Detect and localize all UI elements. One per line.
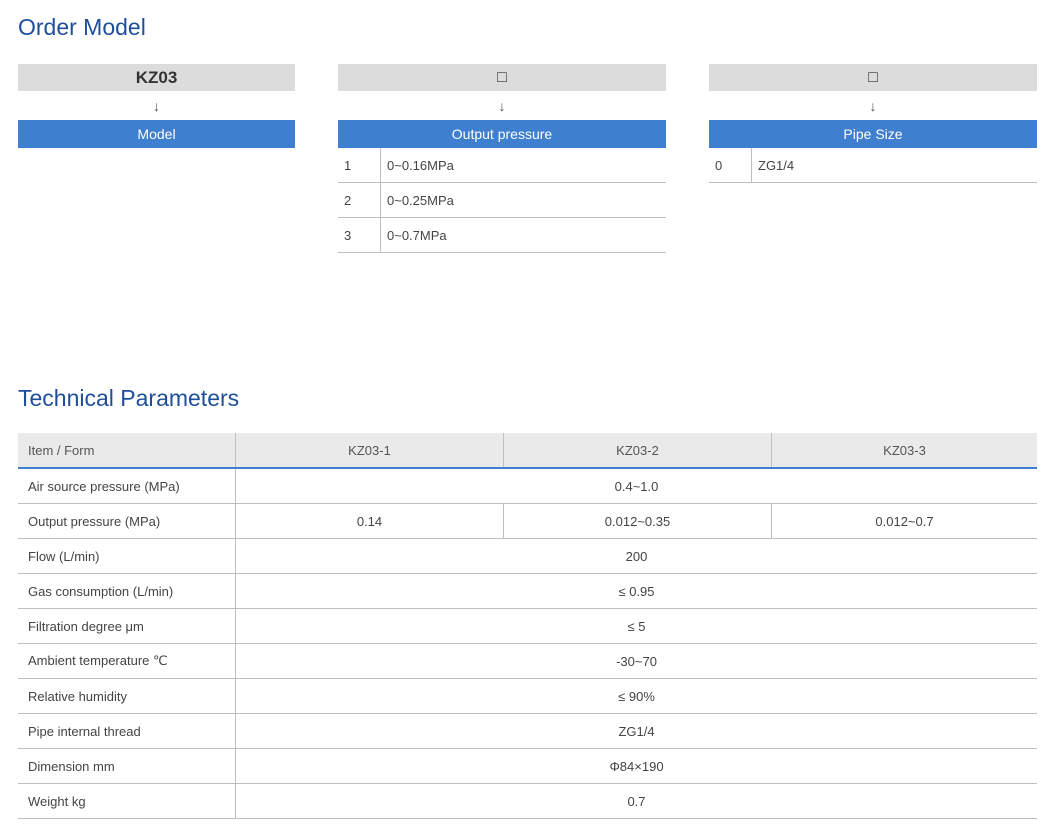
pipe-size-code: □ (709, 64, 1037, 91)
table-row: Gas consumption (L/min) ≤ 0.95 (18, 573, 1037, 609)
output-pressure-header: Output pressure (338, 120, 666, 148)
row-value: ZG1/4 (235, 713, 1037, 749)
row-value: ≤ 90% (235, 678, 1037, 714)
option-value: 0~0.7MPa (387, 227, 447, 243)
model-column: KZ03 ↓ Model (18, 64, 295, 148)
option-row: 2 0~0.25MPa (338, 183, 666, 218)
table-row: Ambient temperature ℃ -30~70 (18, 643, 1037, 679)
row-label: Air source pressure (MPa) (18, 468, 236, 504)
option-row: 0 ZG1/4 (709, 148, 1037, 183)
pipe-size-header: Pipe Size (709, 120, 1037, 148)
row-value: 200 (235, 538, 1037, 574)
down-arrow-icon: ↓ (869, 97, 877, 114)
option-number: 0 (709, 148, 752, 182)
down-arrow-icon: ↓ (498, 97, 506, 114)
header-kz03-2: KZ03-2 (503, 433, 772, 469)
row-label: Gas consumption (L/min) (18, 573, 236, 609)
row-label: Output pressure (MPa) (18, 503, 236, 539)
row-label: Relative humidity (18, 678, 236, 714)
output-pressure-code: □ (338, 64, 666, 91)
model-header: Model (18, 120, 295, 148)
model-code: KZ03 (18, 64, 295, 91)
table-row: Weight kg 0.7 (18, 783, 1037, 819)
option-number: 1 (338, 148, 381, 182)
row-value: ≤ 5 (235, 608, 1037, 644)
table-row: Air source pressure (MPa) 0.4~1.0 (18, 468, 1037, 504)
option-value: 0~0.16MPa (387, 157, 454, 173)
row-value: -30~70 (235, 643, 1037, 679)
row-value: 0.4~1.0 (235, 468, 1037, 504)
row-label: Pipe internal thread (18, 713, 236, 749)
row-value: ≤ 0.95 (235, 573, 1037, 609)
row-label: Dimension mm (18, 748, 236, 784)
table-row: Filtration degree μm ≤ 5 (18, 608, 1037, 644)
row-label: Filtration degree μm (18, 608, 236, 644)
table-row: Relative humidity ≤ 90% (18, 678, 1037, 714)
row-label: Ambient temperature ℃ (18, 643, 236, 679)
option-number: 2 (338, 183, 381, 217)
option-value: 0~0.25MPa (387, 192, 454, 208)
row-value: 0.7 (235, 783, 1037, 819)
row-value: 0.14 (235, 503, 504, 539)
header-item-form: Item / Form (18, 433, 236, 469)
row-value: Φ84×190 (235, 748, 1037, 784)
table-row: Flow (L/min) 200 (18, 538, 1037, 574)
table-row: Dimension mm Φ84×190 (18, 748, 1037, 784)
table-row: Pipe internal thread ZG1/4 (18, 713, 1037, 749)
option-row: 1 0~0.16MPa (338, 148, 666, 183)
technical-parameters-title: Technical Parameters (18, 385, 240, 411)
option-value: ZG1/4 (758, 157, 795, 173)
header-kz03-3: KZ03-3 (771, 433, 1037, 469)
table-row: Output pressure (MPa) 0.14 0.012~0.35 0.… (18, 503, 1037, 539)
row-label: Weight kg (18, 783, 236, 819)
output-pressure-column: □ ↓ Output pressure 1 0~0.16MPa 2 0~0.25… (338, 64, 666, 253)
table-header-row: Item / Form KZ03-1 KZ03-2 KZ03-3 (18, 433, 1037, 469)
pipe-size-column: □ ↓ Pipe Size 0 ZG1/4 (709, 64, 1037, 183)
row-label: Flow (L/min) (18, 538, 236, 574)
down-arrow-icon: ↓ (153, 97, 160, 114)
technical-parameters-table: Item / Form KZ03-1 KZ03-2 KZ03-3 Air sou… (18, 433, 1037, 819)
row-value: 0.012~0.7 (771, 503, 1037, 539)
option-number: 3 (338, 218, 381, 252)
option-row: 3 0~0.7MPa (338, 218, 666, 253)
header-kz03-1: KZ03-1 (235, 433, 504, 469)
order-model-title: Order Model (18, 14, 146, 40)
row-value: 0.012~0.35 (503, 503, 772, 539)
